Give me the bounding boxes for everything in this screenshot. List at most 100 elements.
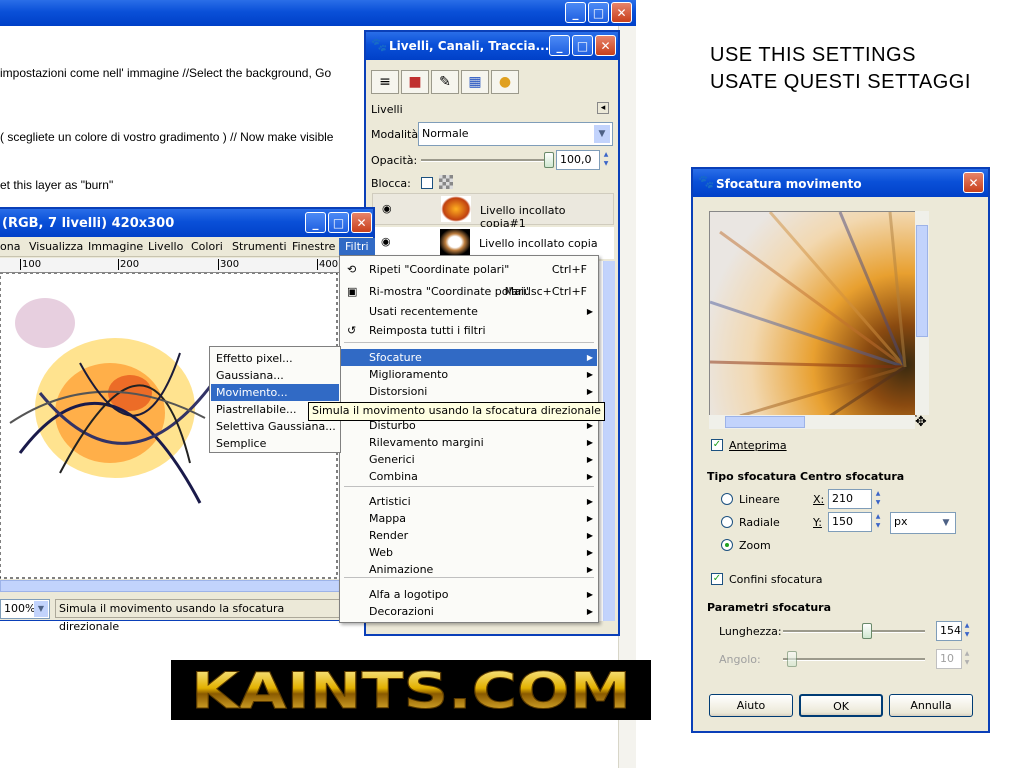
eye-icon[interactable]: ◉ <box>381 235 391 248</box>
help-button[interactable]: Aiuto <box>709 694 793 717</box>
opacity-slider-track[interactable] <box>421 159 549 162</box>
unit-select[interactable]: px ▼ <box>890 512 956 534</box>
filters-menu-item[interactable]: Rilevamento margini ▶ <box>341 434 597 451</box>
dialog-close-button[interactable]: ✕ <box>963 172 984 193</box>
filters-menu-item[interactable]: ▣ Ri-mostra "Coordinate polari" Maiusc+Ctr… <box>341 283 597 300</box>
filters-menu-item[interactable]: Sfocature ▶ <box>341 349 597 366</box>
x-spinner[interactable]: ▲ ▼ <box>873 489 883 509</box>
radio-zoom[interactable] <box>721 539 733 551</box>
horizontal-scrollbar[interactable] <box>0 580 340 592</box>
image-title-bar[interactable]: (RGB, 7 livelli) 420x300 _ □ ✕ <box>0 209 373 237</box>
filters-menu-item[interactable]: Animazione ▶ <box>341 561 597 578</box>
scrollbar-thumb[interactable] <box>725 416 805 428</box>
filters-menu-item[interactable]: Decorazioni ▶ <box>341 603 597 620</box>
preview-area[interactable] <box>709 211 917 417</box>
image-close-button[interactable]: ✕ <box>351 212 372 233</box>
preview-hscrollbar[interactable] <box>709 415 915 429</box>
filters-menu-item[interactable]: Artistici ▶ <box>341 493 597 510</box>
ok-button[interactable]: OK <box>799 694 883 717</box>
y-spinner[interactable]: ▲ ▼ <box>873 512 883 532</box>
y-input[interactable]: 150 <box>828 512 872 532</box>
length-spinner[interactable]: ▲ ▼ <box>962 621 972 641</box>
layers-scrollbar[interactable] <box>603 261 615 621</box>
menu-item-label: Animazione <box>369 563 434 576</box>
lock-alpha-icon[interactable] <box>439 175 453 189</box>
paths-tab-icon[interactable]: ✎ <box>431 70 459 94</box>
menu-image[interactable]: Immagine <box>88 240 143 253</box>
blur-submenu-item[interactable]: Effetto pixel... <box>211 350 339 367</box>
horizontal-ruler[interactable]: 100 200 300 400 <box>0 258 340 273</box>
menu-item-label: Generici <box>369 453 415 466</box>
dock-close-button[interactable]: ✕ <box>595 35 616 56</box>
preview-vscrollbar[interactable] <box>915 211 929 415</box>
zoom-select[interactable]: 100% ▼ <box>0 599 50 619</box>
filters-menu-item[interactable]: ↺ Reimposta tutti i filtri <box>341 322 597 339</box>
length-slider-track[interactable] <box>783 630 925 633</box>
clip-checkbox[interactable]: ✓ <box>711 573 723 585</box>
lock-pixels-checkbox[interactable] <box>421 177 433 189</box>
menu-tools[interactable]: Strumenti <box>232 240 287 253</box>
filters-menu-item[interactable]: Mappa ▶ <box>341 510 597 527</box>
preview-checkbox[interactable]: ✓ <box>711 439 723 451</box>
dock-minimize-button[interactable]: _ <box>549 35 570 56</box>
filters-menu-item[interactable]: Alfa a logotipo ▶ <box>341 586 597 603</box>
opacity-spinner[interactable]: ▲ ▼ <box>601 150 611 170</box>
filters-menu-item[interactable]: Distorsioni ▶ <box>341 383 597 400</box>
layer-row[interactable]: ◉ Livello incollato copia#1 <box>372 193 614 230</box>
repeat-icon: ⟲ <box>347 263 357 276</box>
angle-input[interactable]: 10 <box>936 649 962 669</box>
submenu-item-label: Gaussiana... <box>216 369 284 382</box>
tab-menu-icon[interactable]: ◂ <box>597 102 609 114</box>
menu-view[interactable]: Visualizza <box>29 240 83 253</box>
filters-menu-item[interactable]: Generici ▶ <box>341 451 597 468</box>
dock-maximize-button[interactable]: □ <box>572 35 593 56</box>
scrollbar-thumb[interactable] <box>916 225 928 337</box>
image-maximize-button[interactable]: □ <box>328 212 349 233</box>
dock-title-bar[interactable]: 🐾 Livelli, Canali, Traccia... _ □ ✕ <box>366 32 618 60</box>
dialog-title-bar[interactable]: 🐾 Sfocatura movimento ✕ <box>693 169 988 197</box>
preview-label: Anteprima <box>729 439 787 452</box>
opacity-slider-thumb[interactable] <box>544 152 554 168</box>
filters-menu-item[interactable]: Miglioramento ▶ <box>341 366 597 383</box>
filters-menu-item[interactable]: Combina ▶ <box>341 468 597 485</box>
angle-spinner[interactable]: ▲ ▼ <box>962 649 972 669</box>
blur-submenu-item[interactable]: Gaussiana... <box>211 367 339 384</box>
angle-slider-track[interactable] <box>783 658 925 661</box>
menu-item-label: Decorazioni <box>369 605 434 618</box>
image-minimize-button[interactable]: _ <box>305 212 326 233</box>
menu-windows[interactable]: Finestre <box>292 240 335 253</box>
layers-tab-icon[interactable]: ≡ <box>371 70 399 94</box>
maximize-button[interactable]: □ <box>588 2 609 23</box>
angle-slider-thumb[interactable] <box>786 651 797 667</box>
menu-layer[interactable]: Livello <box>148 240 183 253</box>
undo-tab-icon[interactable]: ● <box>491 70 519 94</box>
radio-radial[interactable] <box>721 516 733 528</box>
colormap-tab-icon[interactable]: ▦ <box>461 70 489 94</box>
minimize-button[interactable]: _ <box>565 2 586 23</box>
x-input[interactable]: 210 <box>828 489 872 509</box>
filters-menu-item[interactable]: Render ▶ <box>341 527 597 544</box>
filters-menu-item[interactable]: Usati recentemente ▶ <box>341 303 597 320</box>
channels-tab-icon[interactable]: ■ <box>401 70 429 94</box>
navigate-icon[interactable]: ✥ <box>915 415 927 429</box>
document-scrollbar[interactable] <box>618 26 636 768</box>
mode-select[interactable]: Normale ▼ <box>418 122 613 146</box>
cancel-button[interactable]: Annulla <box>889 694 973 717</box>
menu-item-label: Reimposta tutti i filtri <box>369 324 486 337</box>
image-title: (RGB, 7 livelli) 420x300 <box>2 216 175 231</box>
submenu-arrow-icon: ▶ <box>586 370 593 379</box>
length-input[interactable]: 154 <box>936 621 962 641</box>
scrollbar-thumb[interactable] <box>0 580 340 592</box>
blur-submenu-item[interactable]: Semplice <box>211 435 339 452</box>
opacity-input[interactable]: 100,0 <box>556 150 600 170</box>
eye-icon[interactable]: ◉ <box>382 202 392 215</box>
length-slider-thumb[interactable] <box>862 623 873 639</box>
filters-menu-item[interactable]: Web ▶ <box>341 544 597 561</box>
menu-filters[interactable]: Filtri <box>339 238 375 255</box>
menu-selection[interactable]: ona <box>0 240 20 253</box>
blur-submenu-item[interactable]: Movimento... <box>211 384 339 401</box>
filters-menu-item[interactable]: ⟲ Ripeti "Coordinate polari" Ctrl+F <box>341 261 597 278</box>
menu-colors[interactable]: Colori <box>191 240 223 253</box>
close-button[interactable]: ✕ <box>611 2 632 23</box>
radio-linear[interactable] <box>721 493 733 505</box>
